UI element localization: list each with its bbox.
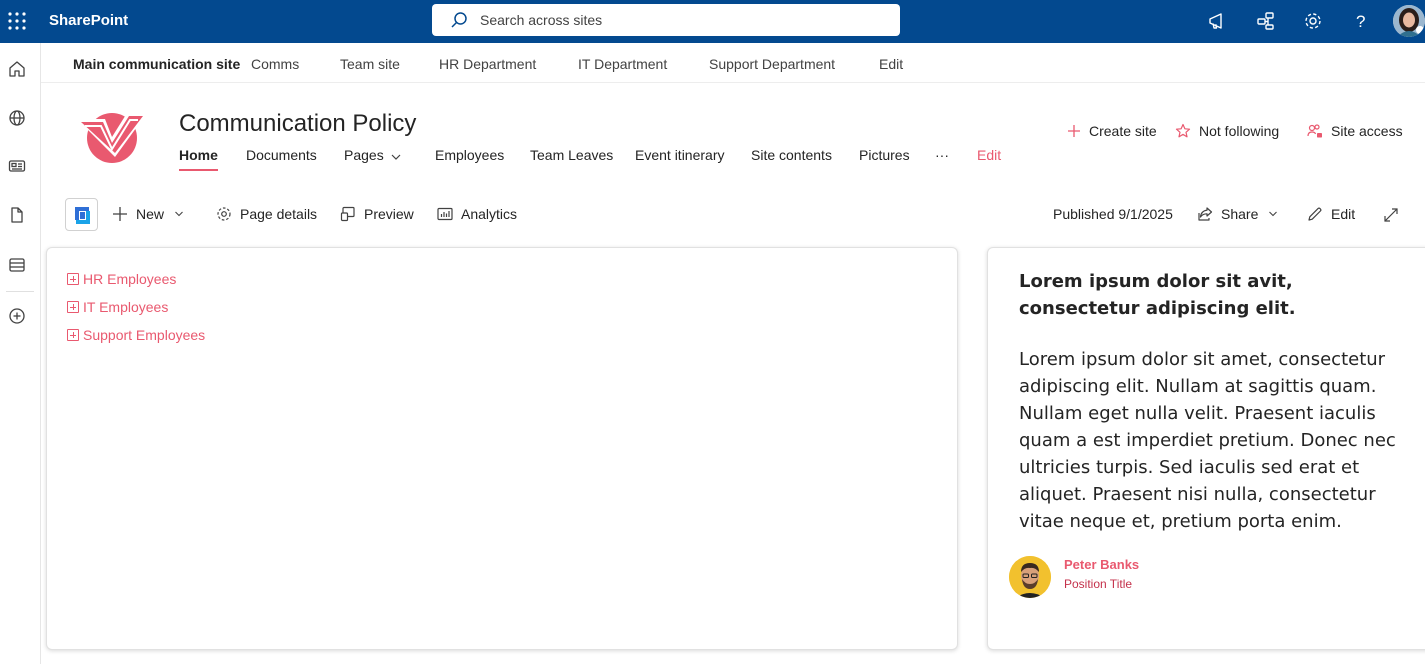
search-box[interactable]: Search across sites: [432, 4, 900, 36]
pencil-icon: [1308, 207, 1322, 221]
app-logo-button[interactable]: [65, 198, 98, 231]
document-icon[interactable]: [8, 206, 26, 224]
quote-body: Lorem ipsum dolor sit amet, consectetur …: [1019, 349, 1396, 532]
page-details-button[interactable]: Page details: [216, 206, 317, 222]
chevron-down-icon: [1269, 211, 1278, 217]
preview-icon: [340, 206, 355, 222]
site-logo[interactable]: [75, 107, 149, 165]
analytics-label: Analytics: [461, 206, 518, 222]
person-name[interactable]: Peter Banks: [1064, 557, 1139, 572]
plus-icon: [1068, 125, 1080, 137]
globe-icon[interactable]: [8, 109, 26, 127]
hub-nav-main-site[interactable]: Main communication site: [73, 56, 240, 72]
share-button[interactable]: Share: [1197, 206, 1278, 222]
analytics-button[interactable]: Analytics: [437, 206, 517, 222]
news-icon[interactable]: [8, 157, 26, 175]
search-placeholder: Search across sites: [480, 12, 603, 28]
add-icon[interactable]: [8, 307, 26, 325]
share-icon: [1198, 207, 1213, 221]
tree-item-hr-employees[interactable]: HR Employees: [67, 271, 176, 287]
chevron-down-icon: [175, 211, 183, 217]
tree-item-label: IT Employees: [83, 299, 169, 315]
published-status: Published 9/1/2025: [1053, 206, 1173, 222]
tree-item-support-employees[interactable]: Support Employees: [67, 327, 205, 343]
hub-nav-edit[interactable]: Edit: [879, 56, 903, 72]
published-label: Published 9/1/2025: [1053, 206, 1173, 222]
site-access-button[interactable]: Site access: [1307, 123, 1403, 139]
hub-nav-comms[interactable]: Comms: [251, 56, 299, 72]
quote-webpart: Lorem ipsum dolor sit avit, consectetur …: [987, 247, 1425, 650]
site-nav-site-contents[interactable]: Site contents: [751, 147, 832, 163]
edit-label: Edit: [1331, 206, 1356, 222]
expand-plus-icon[interactable]: [67, 329, 79, 341]
chevron-down-icon[interactable]: [390, 151, 402, 163]
site-nav-event-itinerary[interactable]: Event itinerary: [635, 147, 724, 163]
site-nav-home[interactable]: Home: [179, 147, 218, 171]
connections-icon[interactable]: [1256, 11, 1276, 31]
share-label: Share: [1221, 206, 1259, 222]
site-nav-team-leaves[interactable]: Team Leaves: [530, 147, 613, 163]
new-label: New: [136, 206, 165, 222]
rail-divider: [6, 291, 34, 292]
megaphone-icon[interactable]: [1207, 11, 1227, 31]
suite-bar: SharePoint Search across sites ?: [0, 0, 1425, 43]
site-nav-edit[interactable]: Edit: [977, 147, 1001, 163]
hub-nav-support-department[interactable]: Support Department: [709, 56, 835, 72]
hub-nav-team-site[interactable]: Team site: [340, 56, 400, 72]
app-logo-icon: [75, 207, 90, 224]
quote-heading: Lorem ipsum dolor sit avit, consectetur …: [1019, 271, 1296, 319]
site-nav-pictures[interactable]: Pictures: [859, 147, 910, 163]
tree-item-label: Support Employees: [83, 327, 206, 343]
hub-nav-hr-department[interactable]: HR Department: [439, 56, 536, 72]
search-icon: [451, 12, 467, 28]
app-launcher-icon[interactable]: [6, 10, 28, 32]
site-nav-more[interactable]: ···: [935, 147, 949, 163]
star-icon: [1175, 123, 1191, 138]
follow-label: Not following: [1199, 123, 1280, 139]
plus-icon: [113, 207, 127, 221]
people-lock-icon: [1307, 124, 1322, 138]
site-access-label: Site access: [1331, 123, 1403, 139]
expand-icon[interactable]: [1383, 207, 1399, 223]
tree-item-it-employees[interactable]: IT Employees: [67, 299, 168, 315]
help-icon[interactable]: ?: [1351, 11, 1371, 31]
person-avatar: [1009, 556, 1051, 598]
preview-label: Preview: [364, 206, 414, 222]
page-details-label: Page details: [240, 206, 318, 222]
person-title: Position Title: [1064, 577, 1133, 591]
hub-navigation: Main communication site Comms Team site …: [41, 43, 1425, 83]
hub-nav-it-department[interactable]: IT Department: [578, 56, 667, 72]
gear-icon: [217, 207, 231, 221]
settings-icon[interactable]: [1303, 11, 1323, 31]
brand-name[interactable]: SharePoint: [49, 12, 128, 29]
preview-button[interactable]: Preview: [340, 206, 414, 222]
site-nav-pages[interactable]: Pages: [344, 147, 384, 163]
site-title[interactable]: Communication Policy: [179, 110, 416, 138]
site-nav-documents[interactable]: Documents: [246, 147, 317, 163]
follow-button[interactable]: Not following: [1175, 123, 1279, 139]
expand-plus-icon[interactable]: [67, 273, 79, 285]
user-avatar[interactable]: [1393, 5, 1425, 37]
home-icon[interactable]: [8, 60, 26, 78]
edit-page-button[interactable]: Edit: [1307, 206, 1355, 222]
new-button[interactable]: New: [112, 206, 184, 222]
employees-tree-webpart: HR Employees IT Employees Support Employ…: [46, 247, 958, 650]
create-site-label: Create site: [1089, 123, 1157, 139]
analytics-icon: [437, 207, 453, 221]
create-site-button[interactable]: Create site: [1067, 123, 1157, 139]
svg-text:?: ?: [1356, 12, 1365, 31]
tree-item-label: HR Employees: [83, 271, 177, 287]
left-app-bar: [0, 43, 41, 664]
site-nav-employees[interactable]: Employees: [435, 147, 504, 163]
expand-plus-icon[interactable]: [67, 301, 79, 313]
list-icon[interactable]: [8, 256, 26, 274]
